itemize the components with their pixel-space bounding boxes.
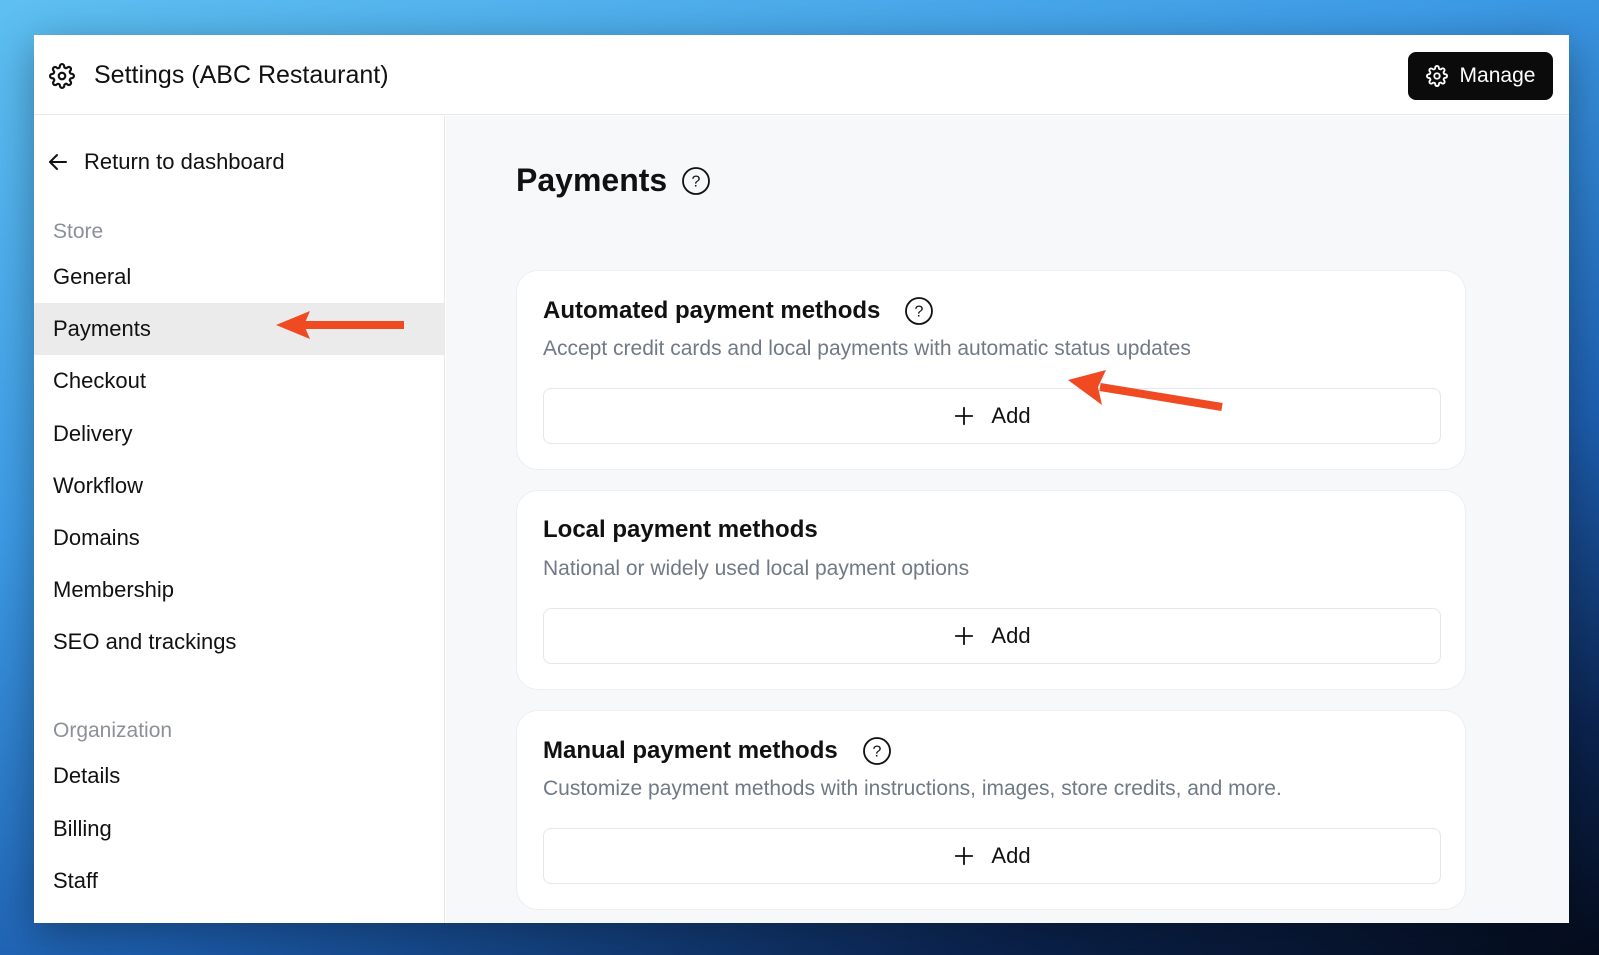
sidebar-item-payments[interactable]: Payments: [34, 303, 444, 355]
add-automated-payment-button[interactable]: Add: [543, 388, 1441, 444]
gear-icon: [1425, 65, 1448, 87]
page-title: Payments ?: [516, 162, 711, 199]
svg-text:?: ?: [692, 173, 701, 190]
plus-icon: [955, 406, 974, 426]
sidebar-item-staff[interactable]: Staff: [34, 855, 444, 907]
manage-button[interactable]: Manage: [1408, 52, 1553, 100]
window-title: Settings (ABC Restaurant): [94, 61, 389, 89]
sidebar-item-billing[interactable]: Billing: [34, 803, 444, 855]
local-payment-methods-card: Local payment methods National or widely…: [516, 490, 1466, 690]
card-title: Local payment methods: [543, 516, 818, 544]
add-manual-payment-button[interactable]: Add: [543, 828, 1441, 884]
return-to-dashboard-label: Return to dashboard: [84, 149, 285, 174]
sidebar-item-details[interactable]: Details: [34, 750, 444, 802]
sidebar-item-delivery[interactable]: Delivery: [34, 408, 444, 460]
manual-payment-methods-card: Manual payment methods ? Customize payme…: [516, 710, 1466, 910]
card-description: Customize payment methods with instructi…: [543, 777, 1282, 800]
manage-button-label: Manage: [1459, 64, 1536, 87]
add-local-payment-button[interactable]: Add: [543, 608, 1441, 664]
sidebar-item-seo-and-trackings[interactable]: SEO and trackings: [34, 616, 444, 668]
section-label-organization: Organization: [53, 719, 173, 742]
card-description: Accept credit cards and local payments w…: [543, 337, 1191, 360]
page-title-text: Payments: [516, 162, 668, 198]
top-bar: Settings (ABC Restaurant) Manage: [34, 35, 1569, 115]
card-title-text: Automated payment methods: [543, 297, 881, 324]
arrow-left-icon: [49, 154, 67, 170]
add-button-label: Add: [991, 623, 1031, 648]
sidebar-item-workflow[interactable]: Workflow: [34, 460, 444, 512]
plus-icon: [955, 846, 974, 866]
question-circle-icon[interactable]: ?: [681, 166, 711, 196]
question-circle-icon[interactable]: ?: [862, 736, 892, 766]
card-title-text: Manual payment methods: [543, 737, 838, 764]
section-label-store: Store: [53, 220, 104, 243]
add-button-label: Add: [991, 843, 1031, 868]
svg-text:?: ?: [872, 744, 881, 761]
automated-payment-methods-card: Automated payment methods ? Accept credi…: [516, 270, 1466, 470]
card-title-text: Local payment methods: [543, 516, 818, 543]
card-title: Automated payment methods ?: [543, 296, 934, 326]
question-circle-icon[interactable]: ?: [904, 296, 934, 326]
sidebar-item-checkout[interactable]: Checkout: [34, 355, 444, 407]
svg-text:?: ?: [915, 304, 924, 321]
card-title: Manual payment methods ?: [543, 736, 892, 766]
main-content: Payments ? Automated payment methods ? A…: [446, 116, 1569, 923]
return-to-dashboard-link[interactable]: Return to dashboard: [46, 149, 285, 175]
gear-icon: [49, 63, 75, 89]
sidebar-item-membership[interactable]: Membership: [34, 564, 444, 616]
settings-window: Settings (ABC Restaurant) Manage Return …: [34, 35, 1569, 923]
sidebar-item-general[interactable]: General: [34, 251, 444, 303]
card-description: National or widely used local payment op…: [543, 557, 970, 580]
add-button-label: Add: [991, 403, 1031, 428]
sidebar: Return to dashboard Store General Paymen…: [34, 116, 445, 923]
plus-icon: [955, 626, 974, 646]
sidebar-item-domains[interactable]: Domains: [34, 512, 444, 564]
